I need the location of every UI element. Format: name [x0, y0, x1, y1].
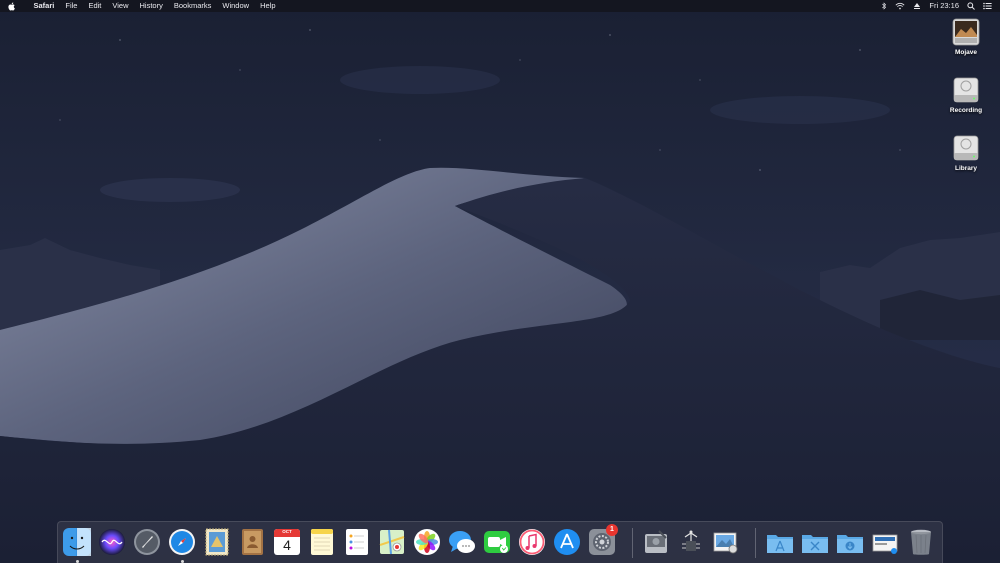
dock-app-store[interactable]	[552, 527, 582, 557]
eject-icon[interactable]	[913, 2, 921, 10]
dock: OCT 4 1	[57, 521, 943, 563]
apple-menu-icon[interactable]	[8, 2, 22, 11]
notification-badge: 1	[606, 524, 618, 536]
menu-app-name[interactable]: Safari	[28, 0, 60, 12]
calendar-day: 4	[283, 537, 291, 553]
dock-preview[interactable]	[711, 527, 741, 557]
downloads-folder-icon	[837, 535, 863, 553]
menu-edit[interactable]: Edit	[83, 0, 107, 12]
safari-compass-icon	[169, 529, 195, 555]
mail-stamp-icon	[205, 528, 229, 556]
contacts-book-icon	[242, 529, 263, 555]
desktop-icon-label: Recording	[949, 107, 983, 114]
preview-image-icon	[713, 532, 738, 554]
hard-drive-icon	[951, 133, 981, 163]
dock-image-stack[interactable]	[870, 527, 900, 557]
dock-itunes[interactable]	[517, 527, 547, 557]
menu-file[interactable]: File	[60, 0, 83, 12]
dock-maps[interactable]	[377, 527, 407, 557]
menu-history[interactable]: History	[134, 0, 168, 12]
launchpad-rocket-icon	[134, 529, 160, 555]
dock-facetime[interactable]	[482, 527, 512, 557]
notification-center-icon[interactable]	[983, 2, 992, 10]
dock-mail[interactable]	[202, 527, 232, 557]
dock-downloads-folder[interactable]	[835, 527, 865, 557]
app-store-icon	[554, 529, 580, 555]
siri-icon	[99, 529, 125, 555]
menu-view[interactable]: View	[107, 0, 134, 12]
hard-drive-icon	[951, 75, 981, 105]
wifi-icon[interactable]	[895, 2, 905, 10]
desktop-disk-recording[interactable]: Recording	[940, 75, 992, 114]
image-stack-icon	[872, 534, 898, 554]
dock-applications-folder[interactable]	[765, 527, 795, 557]
dock-reminders[interactable]	[342, 527, 372, 557]
desktop-disk-mojave[interactable]: Mojave	[940, 17, 992, 56]
menu-bookmarks[interactable]: Bookmarks	[168, 0, 217, 12]
dock-separator	[755, 528, 756, 558]
facetime-camera-icon	[484, 531, 510, 553]
photos-flower-icon	[414, 529, 440, 555]
desktop-icon-label: Library	[954, 165, 978, 172]
dock-trash[interactable]	[906, 527, 936, 557]
utilities-folder-icon	[802, 535, 828, 553]
dock-utilities-folder[interactable]	[800, 527, 830, 557]
dock-system-information[interactable]	[676, 527, 706, 557]
finder-icon	[63, 528, 91, 556]
dock-notes[interactable]	[307, 527, 337, 557]
menubar-clock[interactable]: Fri 23:16	[929, 0, 959, 12]
dock-system-preferences[interactable]: 1	[587, 524, 618, 557]
desktop-icon-label: Mojave	[954, 49, 978, 56]
reminders-icon	[346, 529, 368, 555]
itunes-music-note-icon	[519, 529, 545, 555]
dock-launchpad[interactable]	[132, 527, 162, 557]
dock-siri[interactable]	[97, 527, 127, 557]
desktop-disk-library[interactable]: Library	[940, 133, 992, 172]
dock-safari[interactable]	[167, 527, 197, 557]
trash-icon	[911, 529, 931, 555]
menu-bar: Safari File Edit View History Bookmarks …	[0, 0, 1000, 12]
dock-photos[interactable]	[412, 527, 442, 557]
desktop-wallpaper	[0, 0, 1000, 563]
dock-messages[interactable]	[447, 527, 477, 557]
calendar-month: OCT	[282, 529, 292, 534]
dock-finder[interactable]	[62, 527, 92, 557]
disk-utility-icon	[645, 530, 667, 553]
dock-separator	[632, 528, 633, 558]
dock-contacts[interactable]	[237, 527, 267, 557]
menu-help[interactable]: Help	[255, 0, 281, 12]
dock-disk-utility[interactable]	[641, 527, 671, 557]
system-information-chip-icon	[682, 530, 700, 551]
notes-icon	[311, 529, 333, 555]
dock-calendar[interactable]: OCT 4	[272, 527, 302, 557]
spotlight-search-icon[interactable]	[967, 2, 975, 10]
bluetooth-icon[interactable]	[881, 2, 887, 10]
maps-icon	[379, 529, 405, 555]
messages-bubble-icon	[449, 531, 475, 553]
mojave-disk-icon	[951, 17, 981, 47]
menu-window[interactable]: Window	[217, 0, 255, 12]
applications-folder-icon	[767, 535, 793, 553]
